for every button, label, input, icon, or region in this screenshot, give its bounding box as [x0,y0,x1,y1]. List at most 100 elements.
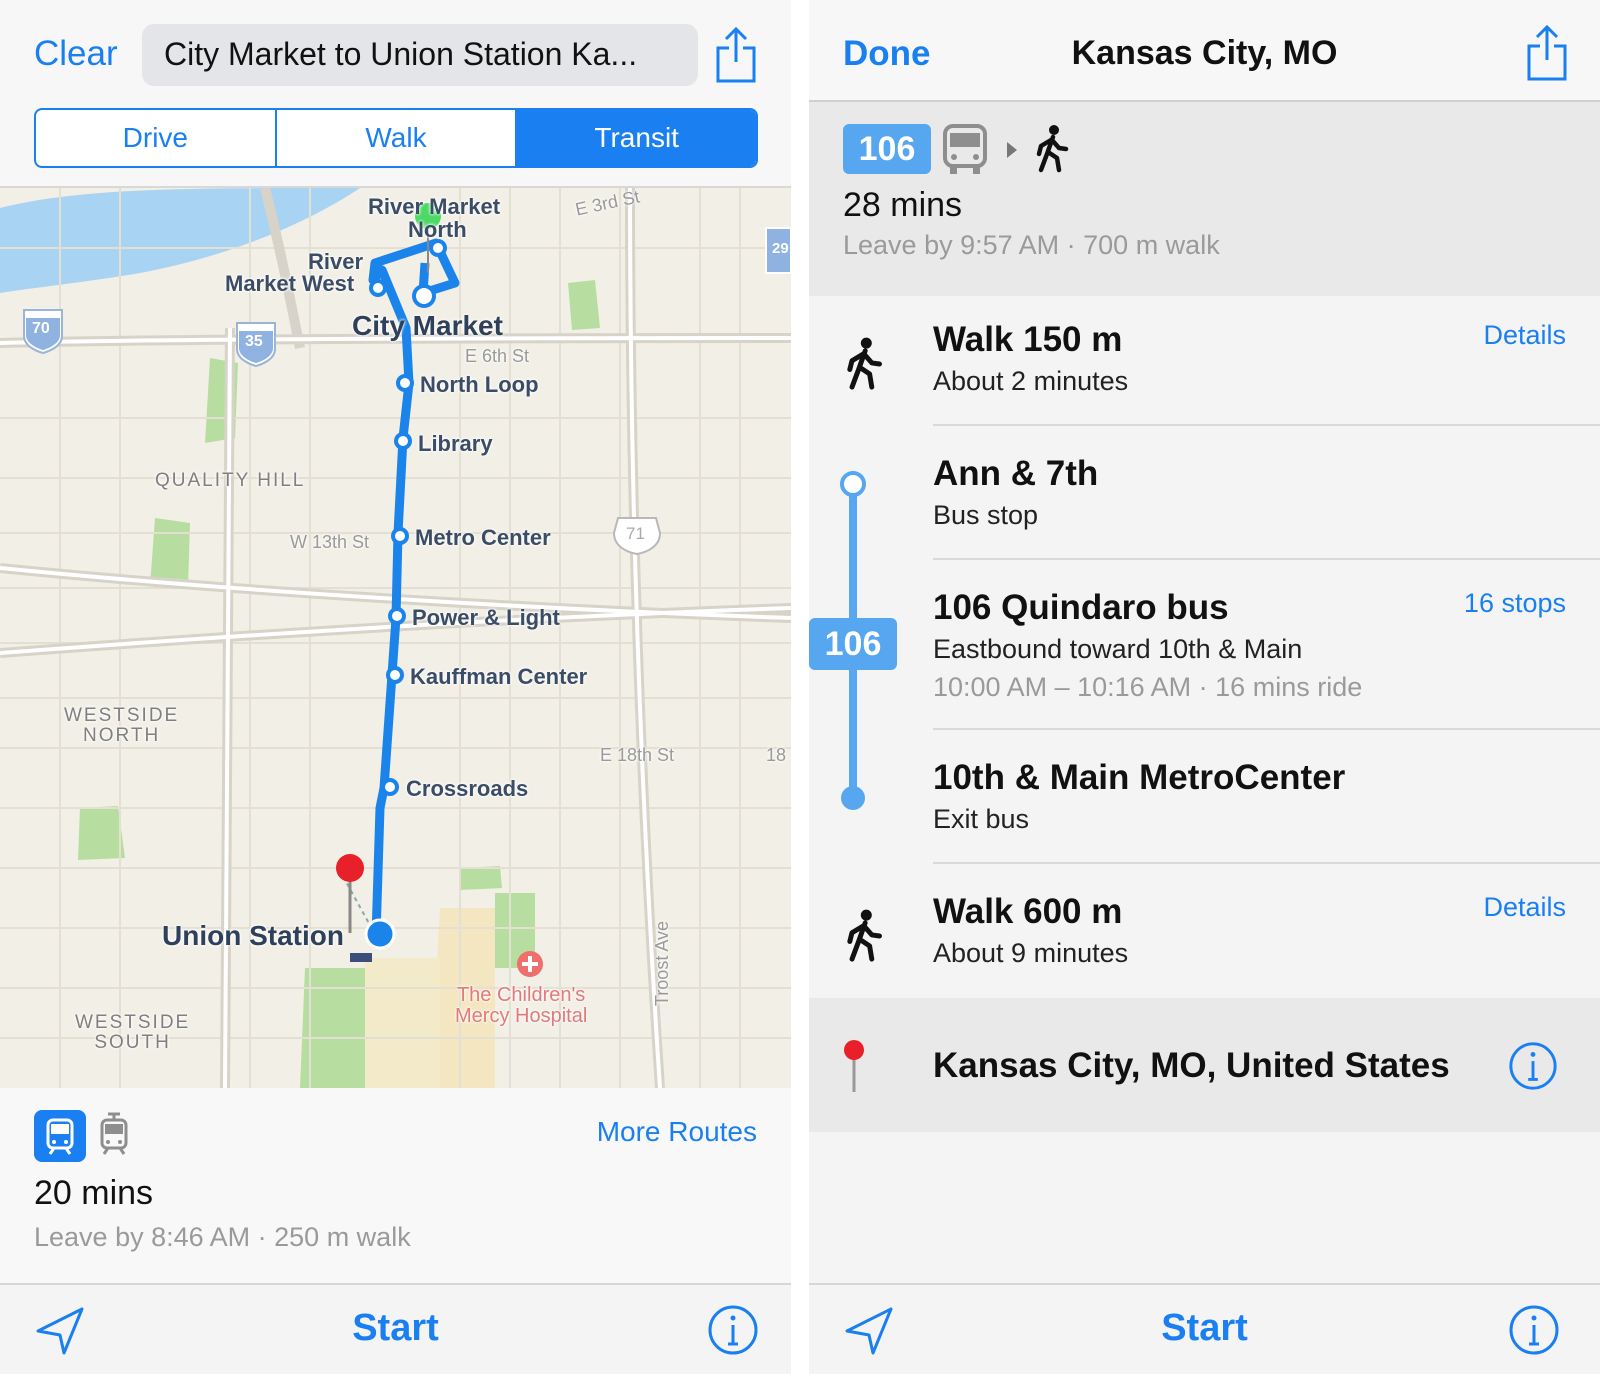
stop-marker-city-market [412,284,436,308]
destination-label: Kansas City, MO, United States [933,1046,1450,1085]
step-title: 106 Quindaro bus [933,588,1229,627]
area-label-line: WESTSIDE [75,1012,191,1033]
info-icon[interactable] [1507,1040,1559,1092]
route-leave-info: Leave by 8:46 AM · 250 m walk [34,1222,411,1252]
stop-marker-power-light [388,607,406,625]
stop-marker-river-market-west [369,279,387,297]
shield-label-71: 71 [626,524,645,543]
directions-map-screen: Clear City Market to Union Station Ka...… [0,0,791,1374]
stop-label-power-light[interactable]: Power & Light [412,605,560,631]
divider [933,558,1600,560]
park-shape [568,280,600,330]
bus-number-badge: 106 [843,124,931,174]
poi-label-childrens-mercy[interactable]: The Children's Mercy Hospital [455,985,587,1027]
bottom-toolbar: Start [809,1283,1600,1374]
step-title: Walk 600 m [933,892,1123,931]
stop-marker-metro-center [391,527,409,545]
start-button[interactable]: Start [0,1307,791,1350]
info-icon[interactable] [1507,1303,1561,1357]
route-title-field[interactable]: City Market to Union Station Ka... [142,24,698,86]
route-duration: 20 mins [34,1174,154,1212]
stop-marker-library [394,432,412,450]
step-walk-1[interactable]: Walk 150 m About 2 minutes Details [809,296,1600,426]
area-label-line: NORTH [83,725,161,746]
step-subtitle: About 2 minutes [933,366,1129,396]
share-icon[interactable] [714,26,758,84]
step-subtitle: Bus stop [933,500,1039,530]
campus-shape [365,958,440,1088]
step-title: 10th & Main MetroCenter [933,758,1346,797]
walk-icon [847,909,882,962]
transport-mode-selector: Drive Walk Transit [34,108,758,168]
route-summary-card[interactable]: More Routes 20 mins Leave by 8:46 AM · 2… [0,1088,791,1283]
tram-icon-selected [34,1110,86,1162]
step-bus-ride[interactable]: 106 Quindaro bus Eastbound toward 10th &… [809,562,1600,730]
stop-label-metro-center[interactable]: Metro Center [415,525,551,551]
stop-marker-river-market-north [429,239,447,257]
step-board-stop[interactable]: Ann & 7th Bus stop [809,428,1600,560]
area-label-westside-north: WESTSIDE NORTH [64,706,179,746]
chevron-right-icon [1007,142,1017,158]
stop-label-union-station[interactable]: Union Station [162,920,344,952]
divider [933,424,1600,426]
summary-leave-info: Leave by 9:57 AM · 700 m walk [843,230,1220,260]
destination-pin-icon [336,854,364,882]
park-shape [78,806,125,860]
area-label-line: SOUTH [94,1032,171,1053]
stop-label-river-market-north-2[interactable]: North [408,217,467,243]
summary-duration: 28 mins [843,186,963,224]
navigation-header: Done Kansas City, MO [809,0,1600,102]
stops-link[interactable]: 16 stops [1464,588,1566,619]
street-label-18: 18 [766,745,787,765]
info-icon[interactable] [706,1303,760,1357]
step-subtitle: Eastbound toward 10th & Main [933,634,1303,664]
step-walk-2[interactable]: Walk 600 m About 9 minutes Details [809,866,1600,998]
tab-walk[interactable]: Walk [277,110,518,166]
destination-pin-icon [844,1040,864,1092]
more-routes-link[interactable]: More Routes [597,1116,757,1148]
clear-button[interactable]: Clear [34,34,118,74]
stop-label-city-market[interactable]: City Market [352,310,503,342]
step-title: Walk 150 m [933,320,1123,359]
bus-icon [943,124,987,174]
details-link[interactable]: Details [1483,320,1566,351]
tab-transit[interactable]: Transit [517,110,756,166]
stop-label-library[interactable]: Library [418,431,493,457]
street-label-e-18th: E 18th St [600,745,675,765]
shield-label-35: 35 [245,333,263,350]
poi-label-line: Mercy Hospital [455,1005,588,1027]
stop-label-river-market-west-2[interactable]: Market West [225,271,354,297]
stop-label-kauffman-center[interactable]: Kauffman Center [410,664,587,690]
tab-drive[interactable]: Drive [36,110,277,166]
area-label-westside-south: WESTSIDE SOUTH [75,1013,190,1053]
bottom-toolbar: Start [0,1283,791,1374]
divider [933,862,1600,864]
page-title: Kansas City, MO [1071,34,1338,72]
street-label-e-6th: E 6th St [465,346,530,366]
route-summary: 106 28 mins Leave by 9:57 AM · 700 m wal… [809,102,1600,296]
area-label-quality-hill: QUALITY HILL [155,470,306,491]
destination-row[interactable]: Kansas City, MO, United States [809,998,1600,1132]
tram-icon [88,1110,140,1162]
step-title: Ann & 7th [933,454,1099,493]
empty-list-area [809,1132,1600,1283]
stop-marker-crossroads [381,778,399,796]
shield-label-29: 29 [772,240,789,257]
poi-label-line: The Children's [456,984,586,1006]
step-subtitle: Exit bus [933,804,1030,834]
details-link[interactable]: Details [1483,892,1566,923]
share-icon[interactable] [1525,24,1569,82]
start-button[interactable]: Start [809,1307,1600,1350]
navigation-header: Clear City Market to Union Station Ka...… [0,0,791,188]
divider [933,728,1600,730]
directions-steps-screen: Done Kansas City, MO 106 28 mins Leave b… [809,0,1600,1374]
street-label-w-13th: W 13th St [290,532,370,552]
route-map[interactable]: River Market North River Market West Cit… [0,188,791,1088]
stop-marker-kauffman-center [386,666,404,684]
stop-label-crossroads[interactable]: Crossroads [406,776,528,802]
union-station-marker [364,918,396,950]
step-exit-stop[interactable]: 10th & Main MetroCenter Exit bus [809,732,1600,864]
stop-label-north-loop[interactable]: North Loop [420,372,539,398]
walk-icon [1036,125,1069,173]
step-time: 10:00 AM – 10:16 AM · 16 mins ride [933,672,1363,702]
